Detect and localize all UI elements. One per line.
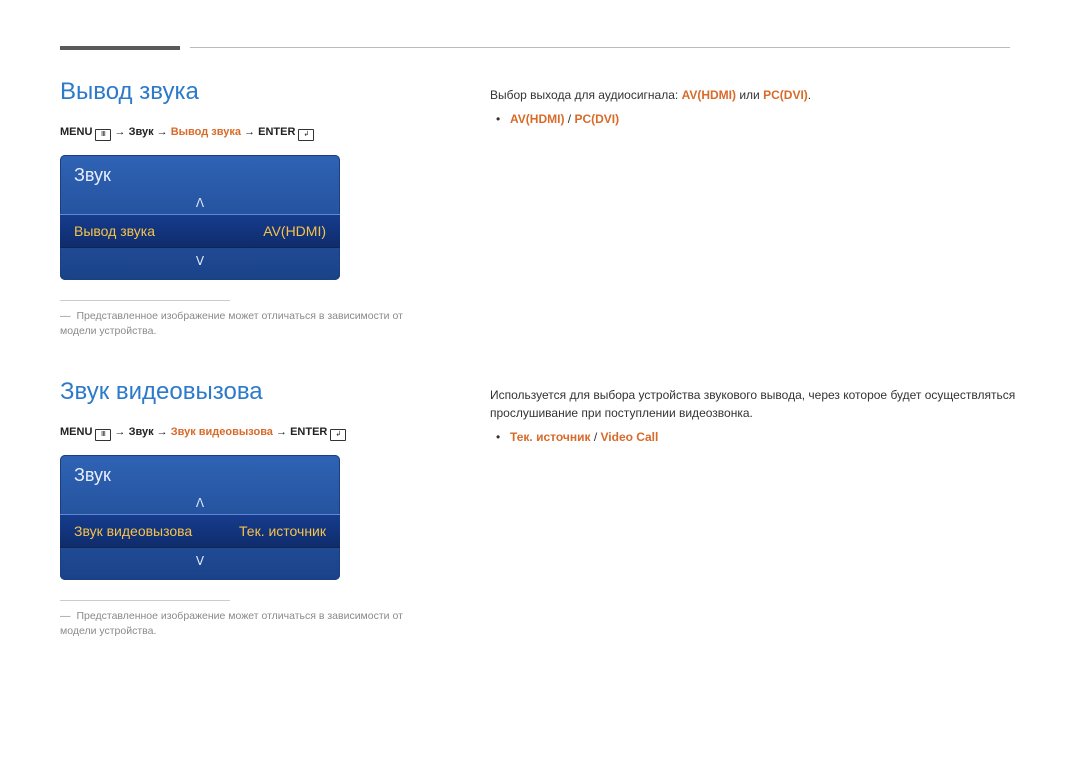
header-rule: [60, 40, 1020, 54]
description: Используется для выбора устройства звуко…: [490, 386, 1020, 422]
section-title: Звук видеовызова: [60, 378, 460, 406]
osd-card-video-call: Звук ᐱ Звук видеовызова Тек. источник ᐯ: [60, 455, 340, 580]
nav-path: MENU Ⅲ → Звук → Звук видеовызова → ENTER…: [60, 426, 460, 441]
osd-item-value: AV(HDMI): [263, 223, 326, 239]
osd-header: Звук: [60, 455, 340, 492]
chevron-up-icon[interactable]: ᐱ: [60, 492, 340, 514]
osd-item-row[interactable]: Звук видеовызова Тек. источник: [60, 514, 340, 548]
menu-label: MENU: [60, 426, 92, 438]
nav-seg-2: Звук видеовызова: [171, 426, 273, 438]
footnote: ―Представленное изображение может отлича…: [60, 309, 440, 338]
menu-label: MENU: [60, 126, 92, 138]
enter-icon: ↲: [298, 129, 314, 141]
divider: [60, 300, 230, 301]
nav-seg-1: Звук: [129, 126, 154, 138]
bullet-opt-a: AV(HDMI): [510, 112, 564, 126]
chevron-down-icon[interactable]: ᐯ: [60, 248, 340, 280]
enter-label: ENTER: [258, 126, 295, 138]
option-avhdmi: AV(HDMI): [682, 88, 736, 102]
chevron-up-icon[interactable]: ᐱ: [60, 192, 340, 214]
options-bullet: Тек. источник / Video Call: [510, 428, 1020, 447]
bullet-opt-b: PC(DVI): [574, 112, 619, 126]
bullet-opt-b: Video Call: [601, 430, 659, 444]
nav-path: MENU Ⅲ → Звук → Вывод звука → ENTER ↲: [60, 126, 460, 141]
osd-item-row[interactable]: Вывод звука AV(HDMI): [60, 214, 340, 248]
osd-item-label: Звук видеовызова: [74, 523, 192, 539]
enter-label: ENTER: [290, 426, 327, 438]
footnote: ―Представленное изображение может отлича…: [60, 609, 440, 638]
osd-item-value: Тек. источник: [239, 523, 326, 539]
chevron-down-icon[interactable]: ᐯ: [60, 548, 340, 580]
nav-seg-1: Звук: [129, 426, 154, 438]
section-video-call-sound: Звук видеовызова MENU Ⅲ → Звук → Звук ви…: [60, 378, 1020, 638]
description: Выбор выхода для аудиосигнала: AV(HDMI) …: [490, 86, 1020, 104]
divider: [60, 600, 230, 601]
menu-icon: Ⅲ: [95, 129, 111, 141]
option-pcdvi: PC(DVI): [763, 88, 808, 102]
enter-icon: ↲: [330, 429, 346, 441]
menu-icon: Ⅲ: [95, 429, 111, 441]
nav-seg-2: Вывод звука: [171, 126, 241, 138]
section-sound-output: Вывод звука MENU Ⅲ → Звук → Вывод звука …: [60, 78, 1020, 338]
bullet-opt-a: Тек. источник: [510, 430, 590, 444]
osd-item-label: Вывод звука: [74, 223, 155, 239]
options-bullet: AV(HDMI) / PC(DVI): [510, 110, 1020, 129]
osd-header: Звук: [60, 155, 340, 192]
section-title: Вывод звука: [60, 78, 460, 106]
osd-card-sound-output: Звук ᐱ Вывод звука AV(HDMI) ᐯ: [60, 155, 340, 280]
